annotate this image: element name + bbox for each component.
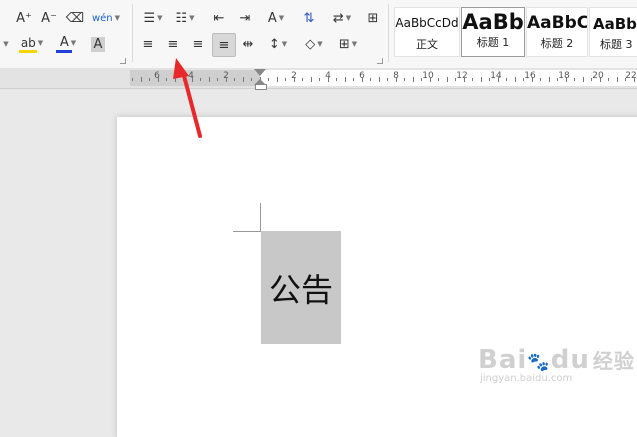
arrow-head-icon <box>173 58 189 79</box>
arrow-shaft <box>181 70 202 138</box>
annotation-arrow <box>173 58 202 138</box>
